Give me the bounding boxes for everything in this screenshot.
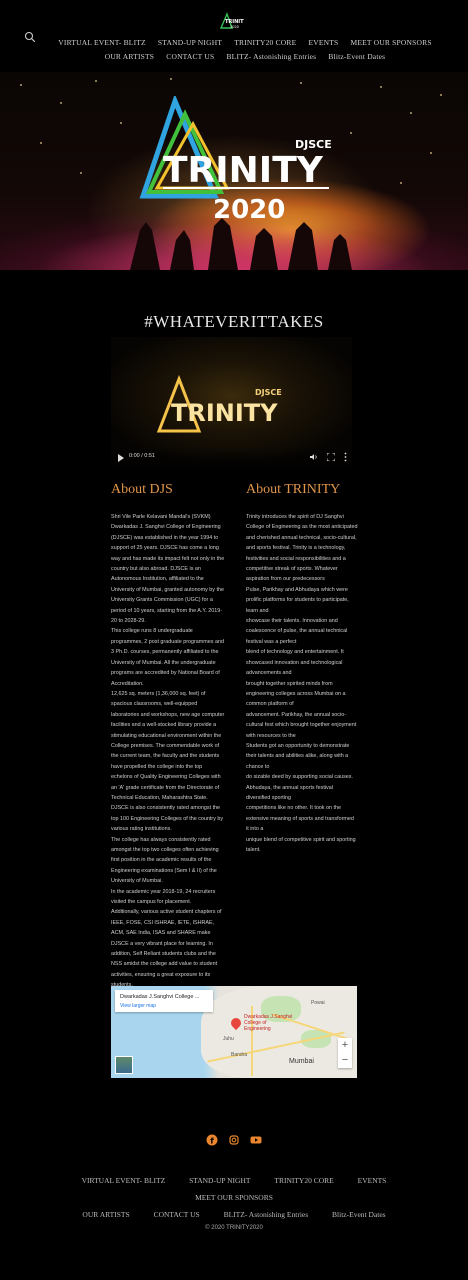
about-trinity-paragraph: Pulse, Parikhay and Abhudaya which were …	[246, 586, 349, 614]
about-djs-paragraph: Additionally, various active student cha…	[111, 909, 222, 988]
nav-blitz-dates[interactable]: Blitz-Event Dates	[328, 52, 385, 61]
location-map[interactable]: Dwarkadas J.Sanghvi College ... View lar…	[111, 986, 357, 1078]
nav-sponsors[interactable]: MEET OUR SPONSORS	[351, 38, 432, 47]
footer-nav-stand-up-night[interactable]: STAND-UP NIGHT	[189, 1176, 250, 1185]
footer-navigation: VIRTUAL EVENT- BLITZ STAND-UP NIGHT TRIN…	[25, 1172, 443, 1223]
map-label-mumbai: Mumbai	[289, 1058, 314, 1065]
volume-icon[interactable]	[310, 453, 318, 461]
fullscreen-icon[interactable]	[327, 453, 335, 461]
footer-nav-artists[interactable]: OUR ARTISTS	[82, 1210, 129, 1219]
about-trinity-paragraph: do sizable deed by supporting social cau…	[246, 774, 353, 801]
site-logo[interactable]: TRINITY 2020	[218, 12, 244, 30]
svg-text:TRINITY: TRINITY	[171, 399, 278, 427]
about-djs-paragraph: This college runs 8 undergraduate progra…	[111, 628, 224, 687]
video-trinity-logo: DJSCE TRINITY	[156, 374, 282, 433]
map-place-card: Dwarkadas J.Sanghvi College ... View lar…	[115, 990, 213, 1012]
video-time: 0:00 / 0:51	[129, 453, 155, 459]
map-label-powai: Powai	[311, 1000, 325, 1006]
footer-nav-virtual-event[interactable]: VIRTUAL EVENT- BLITZ	[82, 1176, 166, 1185]
about-trinity-paragraph: showcase their talents. Innovation and c…	[246, 618, 348, 645]
footer-nav-contact[interactable]: CONTACT US	[154, 1210, 200, 1219]
footer-nav-sponsors[interactable]: MEET OUR SPONSORS	[195, 1193, 273, 1202]
about-trinity-paragraph: Trinity introduces the spirit of DJ Sang…	[246, 514, 358, 583]
search-icon[interactable]	[24, 31, 36, 43]
map-label-bandra: Bandra	[231, 1052, 248, 1058]
promo-video-player[interactable]: DJSCE TRINITY 0:00 / 0:51	[111, 337, 352, 469]
about-djs-paragraph: 12,625 sq. meters (1,36,000 sq. feet) of…	[111, 690, 225, 833]
map-zoom-controls: + −	[338, 1038, 352, 1068]
footer-nav-blitz-entries[interactable]: BLITZ- Astonishing Entries	[224, 1210, 309, 1219]
nav-stand-up-night[interactable]: STAND-UP NIGHT	[158, 38, 222, 47]
nav-events[interactable]: EVENTS	[308, 38, 338, 47]
nav-artists[interactable]: OUR ARTISTS	[105, 52, 154, 61]
copyright: © 2020 TRINITY2020	[205, 1225, 263, 1231]
map-pin-label: Dwarkadas J.Sanghvi College of Engineeri…	[244, 1014, 293, 1032]
map-place-name: Dwarkadas J.Sanghvi College ...	[120, 994, 200, 1000]
about-djs-paragraph: In the academic year 2018-19, 24 recruit…	[111, 888, 216, 906]
view-larger-map-link[interactable]: View larger map	[120, 1003, 156, 1009]
facebook-icon[interactable]: f	[206, 1134, 218, 1146]
zoom-out-button[interactable]: −	[338, 1053, 352, 1068]
video-controls: 0:00 / 0:51	[111, 447, 352, 469]
about-trinity-paragraph: Students got an opportunity to demonstra…	[246, 742, 350, 770]
about-trinity-paragraph: advancement. Parikhay, the annual socio-…	[246, 711, 357, 739]
about-trinity-title: About TRINITY	[246, 482, 341, 497]
svg-text:2020: 2020	[230, 25, 239, 29]
about-djs-text: Shri Vile Parle Kelavani Mandal's (SVKM)…	[111, 512, 225, 991]
instagram-icon[interactable]	[228, 1134, 240, 1146]
hero-title: TRINITY	[163, 150, 324, 191]
nav-trinity-core[interactable]: TRINITY20 CORE	[234, 38, 296, 47]
about-trinity-paragraph: competitions like no other. It took on t…	[246, 805, 354, 833]
tagline: #WHATEVERITTAKES	[144, 312, 324, 331]
map-label-juhu: Juhu	[223, 1036, 234, 1042]
about-djs-paragraph: Shri Vile Parle Kelavani Mandal's (SVKM)…	[111, 514, 225, 625]
about-trinity-text: Trinity introduces the spirit of DJ Sang…	[246, 512, 358, 855]
dancers-silhouette	[130, 218, 352, 270]
nav-virtual-event[interactable]: VIRTUAL EVENT- BLITZ	[58, 38, 146, 47]
hero-banner: DJSCE TRINITY 2020	[0, 72, 468, 270]
about-trinity-paragraph: blend of technology and entertainment. I…	[246, 649, 344, 677]
zoom-in-button[interactable]: +	[338, 1038, 352, 1053]
about-djs-paragraph: The college has always consistently rate…	[111, 836, 219, 885]
about-trinity-paragraph: unique blend of competitive spirit and s…	[246, 836, 356, 853]
about-djs-title: About DJS	[111, 482, 173, 497]
footer-nav-blitz-dates[interactable]: Blitz-Event Dates	[332, 1210, 386, 1219]
more-options-icon[interactable]	[344, 452, 347, 462]
nav-contact[interactable]: CONTACT US	[166, 52, 214, 61]
about-trinity-paragraph: brought together spirited minds from eng…	[246, 680, 346, 708]
youtube-icon[interactable]	[250, 1134, 262, 1146]
play-icon[interactable]	[118, 454, 124, 462]
footer-nav-trinity-core[interactable]: TRINITY20 CORE	[274, 1176, 333, 1185]
nav-blitz-entries[interactable]: BLITZ- Astonishing Entries	[226, 52, 316, 61]
svg-text:f: f	[210, 1137, 214, 1146]
svg-text:DJSCE: DJSCE	[255, 388, 282, 397]
footer-nav-events[interactable]: EVENTS	[358, 1176, 387, 1185]
map-satellite-toggle[interactable]	[115, 1056, 133, 1074]
top-navigation: VIRTUAL EVENT- BLITZ STAND-UP NIGHT TRIN…	[40, 36, 450, 64]
